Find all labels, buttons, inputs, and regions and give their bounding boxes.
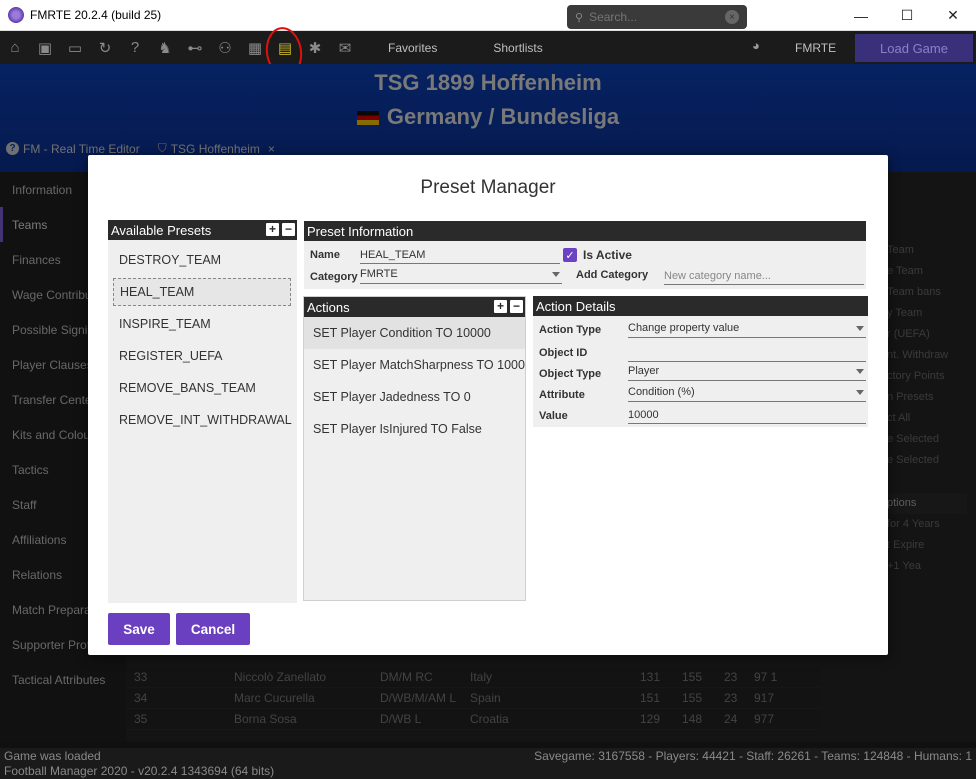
preset-item[interactable]: REMOVE_BANS_TEAM — [113, 374, 291, 402]
remove-preset-button[interactable]: − — [282, 223, 295, 236]
monitor-icon[interactable]: ▭ — [60, 31, 90, 64]
preset-item[interactable]: HEAL_TEAM — [113, 278, 291, 306]
preset-information-panel: Preset Information Name ✓ Is Active Cate… — [304, 221, 866, 289]
user-label[interactable]: FMRTE — [795, 31, 836, 64]
action-type-label: Action Type — [539, 324, 602, 336]
action-list: SET Player Condition TO 10000 SET Player … — [304, 317, 525, 445]
is-active-checkbox[interactable]: ✓ — [563, 248, 577, 262]
dialog-title: Preset Manager — [420, 177, 556, 198]
status-stats: Savegame: 3167558 - Players: 44421 - Sta… — [534, 749, 972, 763]
mail-icon[interactable]: ✉ — [330, 31, 360, 64]
presets-header: Available Presets + − — [108, 220, 297, 240]
preset-item[interactable]: REMOVE_INT_WITHDRAWAL — [113, 406, 292, 434]
window-title: FMRTE 20.2.4 (build 25) — [30, 8, 162, 22]
refresh-icon[interactable]: ↻ — [90, 31, 120, 64]
attribute-label: Attribute — [539, 389, 585, 401]
home-icon[interactable]: ⌂ — [0, 31, 30, 64]
search-icon: ⚲ — [575, 11, 584, 24]
close-window-button[interactable]: ✕ — [930, 0, 976, 31]
action-details-header: Action Details — [533, 296, 868, 316]
status-bar: Game was loaded Football Manager 2020 - … — [0, 748, 976, 779]
name-field[interactable] — [360, 246, 560, 264]
remove-action-button[interactable]: − — [510, 300, 523, 313]
status-message: Game was loaded — [4, 749, 101, 763]
chevron-down-icon — [856, 326, 864, 331]
preset-info-header: Preset Information — [304, 221, 866, 241]
action-type-select[interactable]: Change property value — [628, 322, 866, 338]
chevron-down-icon — [856, 369, 864, 374]
minimize-button[interactable]: — — [838, 0, 884, 31]
preset-item[interactable]: DESTROY_TEAM — [113, 246, 291, 274]
cog-icon[interactable]: ✱ — [300, 31, 330, 64]
preset-manager-dialog: Preset Manager Available Presets + − DES… — [88, 155, 888, 655]
help-icon[interactable]: ? — [120, 31, 150, 64]
object-type-select[interactable]: Player — [628, 365, 866, 381]
window-titlebar: FMRTE 20.2.4 (build 25) — ☐ ✕ — [0, 0, 976, 31]
preset-item[interactable]: REGISTER_UEFA — [113, 342, 291, 370]
favorites-link[interactable]: Favorites — [360, 31, 465, 64]
available-presets-panel: Available Presets + − DESTROY_TEAM HEAL_T… — [108, 220, 297, 603]
load-game-button[interactable]: Load Game — [855, 34, 973, 62]
category-label: Category — [310, 271, 358, 283]
clear-search-icon[interactable]: × — [725, 10, 739, 24]
search-box[interactable]: ⚲ × — [567, 5, 747, 29]
chevron-down-icon — [856, 390, 864, 395]
name-label: Name — [310, 249, 340, 261]
shortlists-link[interactable]: Shortlists — [465, 31, 570, 64]
attribute-select[interactable]: Condition (%) — [628, 386, 866, 402]
object-id-label: Object ID — [539, 347, 588, 359]
action-item[interactable]: SET Player Condition TO 10000 — [304, 317, 525, 349]
cancel-button[interactable]: Cancel — [176, 613, 250, 645]
add-preset-button[interactable]: + — [266, 223, 279, 236]
save-button[interactable]: Save — [108, 613, 170, 645]
action-details-panel: Action Details Action Type Change proper… — [533, 296, 868, 427]
preset-item[interactable]: INSPIRE_TEAM — [113, 310, 291, 338]
binoculars-icon[interactable]: ⊷ — [180, 31, 210, 64]
is-active-toggle[interactable]: ✓ Is Active — [563, 248, 632, 262]
action-item[interactable]: SET Player MatchSharpness TO 10000 — [304, 349, 525, 381]
preset-list: DESTROY_TEAM HEAL_TEAM INSPIRE_TEAM REGISTE… — [108, 240, 297, 434]
category-select[interactable]: FMRTE — [360, 268, 562, 284]
discord-icon[interactable]: ◕ — [752, 38, 772, 56]
object-type-label: Object Type — [539, 368, 602, 380]
add-category-input[interactable] — [664, 267, 864, 285]
search-input[interactable] — [589, 10, 720, 24]
add-action-button[interactable]: + — [494, 300, 507, 313]
object-id-field[interactable] — [628, 344, 866, 362]
chevron-down-icon — [552, 272, 560, 277]
action-item[interactable]: SET Player IsInjured TO False — [304, 413, 525, 445]
action-item[interactable]: SET Player Jadedness TO 0 — [304, 381, 525, 413]
value-label: Value — [539, 410, 568, 422]
actions-panel: Actions + − SET Player Condition TO 1000… — [303, 296, 526, 601]
app-icon — [8, 7, 24, 23]
save-icon[interactable]: ▣ — [30, 31, 60, 64]
player-icon[interactable]: ♞ — [150, 31, 180, 64]
value-field[interactable] — [628, 406, 866, 424]
add-category-label: Add Category — [576, 269, 649, 281]
users-icon[interactable]: ⚇ — [210, 31, 240, 64]
window-controls: — ☐ ✕ — [838, 0, 976, 31]
maximize-button[interactable]: ☐ — [884, 0, 930, 31]
actions-header: Actions + − — [304, 297, 525, 317]
status-version: Football Manager 2020 - v20.2.4 1343694 … — [4, 764, 275, 778]
